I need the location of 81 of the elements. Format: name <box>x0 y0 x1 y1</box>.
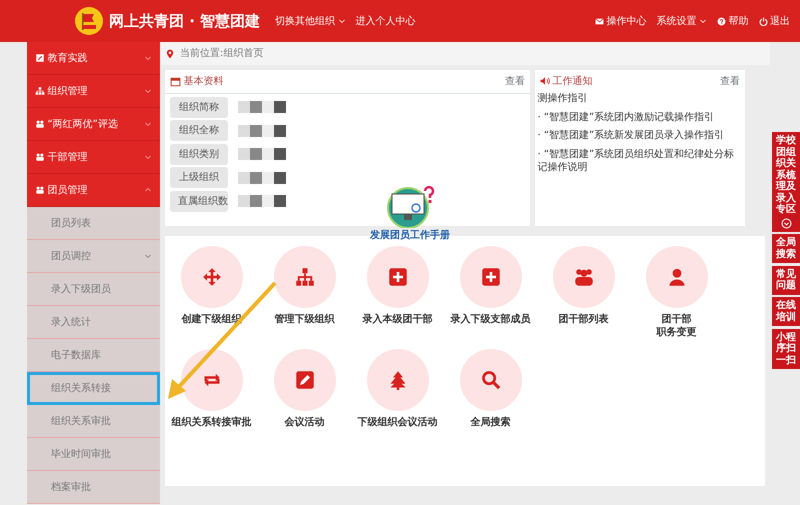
power-icon <box>758 16 768 26</box>
header-action[interactable]: 退出 <box>758 14 790 28</box>
function-label: 职务变更 <box>656 326 696 339</box>
chevron-icon <box>144 153 152 161</box>
function-label: 全局搜索 <box>470 416 510 429</box>
field-label: 组织全称 <box>170 120 228 141</box>
header-action[interactable]: 帮助 <box>717 14 748 28</box>
card-title: 工作通知 <box>552 74 594 88</box>
sidebar-submenu-item[interactable]: 团员列表 <box>27 207 160 240</box>
pencil-square-icon <box>294 370 314 390</box>
chevron-icon <box>144 120 152 128</box>
view-link[interactable]: 查看 <box>720 74 740 88</box>
hierarchy-icon <box>35 86 45 96</box>
field-label: 直属组织数 <box>170 190 228 212</box>
sidebar-submenu-item[interactable]: 团员调控 <box>27 240 160 273</box>
field-label: 组织类别 <box>170 144 228 164</box>
sidebar-menu-item[interactable]: 组织管理 <box>27 75 160 108</box>
sidebar-menu-item[interactable]: 干部管理 <box>27 141 160 174</box>
side-tab[interactable]: 在线培训 <box>772 297 800 326</box>
function-label: 会议活动 <box>284 416 324 429</box>
field-label: 组织简称 <box>170 96 228 118</box>
function-label: 团干部列表 <box>558 313 608 326</box>
sidebar-submenu-item[interactable]: 毕业时间审批 <box>27 438 160 471</box>
hierarchy-icon <box>294 267 314 287</box>
function-label: 下级组织会议活动 <box>358 416 438 429</box>
header-action[interactable]: 系统设置 <box>656 14 707 28</box>
calendar-icon <box>170 76 181 86</box>
view-link[interactable]: 查看 <box>505 74 525 89</box>
site-title: 网上共青团 · 智慧团建 <box>109 10 260 32</box>
notice-item[interactable]: · “智慧团建”系统团员组织处置和纪律处分标记操作说明 <box>538 148 742 174</box>
emblem-logo-icon <box>74 6 104 36</box>
envelope-icon <box>595 16 604 26</box>
group-icon <box>35 185 45 195</box>
sidebar-submenu-item[interactable]: 档案审批 <box>27 471 160 504</box>
field-label: 上级组织 <box>170 167 228 188</box>
chevron-icon <box>144 54 152 62</box>
tree-icon <box>388 370 408 390</box>
sidebar-menu-item[interactable]: 教育实践 <box>27 42 160 75</box>
sticker-label[interactable]: 发展团员工作手册 <box>370 228 450 243</box>
map-pin-icon <box>165 48 175 60</box>
chevron-circle-icon <box>780 218 792 228</box>
pencil-square-icon <box>35 53 45 63</box>
function-label: 团干部 <box>662 313 692 326</box>
side-tab[interactable]: 常见问题 <box>772 266 800 294</box>
sidebar-submenu-item[interactable]: 电子数据库 <box>27 339 160 372</box>
chevron-icon <box>144 186 152 194</box>
chevron-icon <box>144 252 152 260</box>
caret-icon <box>338 17 346 25</box>
notice-item[interactable]: 测操作指引 <box>538 92 742 106</box>
caret-icon <box>699 17 707 25</box>
group-icon <box>35 152 45 162</box>
sidebar-submenu-item[interactable]: 录入统计 <box>27 306 160 339</box>
nav-link[interactable]: 切换其他组织 <box>275 14 346 28</box>
function-label: 录入下级支部成员 <box>450 313 530 326</box>
function-label: 录入本级团干部 <box>362 313 432 326</box>
side-tab[interactable]: 学校团组织关系梳理及录入专区 <box>772 132 800 232</box>
user-icon <box>666 267 686 287</box>
plus-square-icon <box>388 267 408 287</box>
move-arrows-icon <box>202 267 222 287</box>
sidebar-submenu-item[interactable]: 录入下级团员 <box>27 273 160 306</box>
group-icon <box>35 119 45 129</box>
chevron-icon <box>144 87 152 95</box>
plus-square-icon <box>480 267 500 287</box>
group-icon <box>574 267 594 287</box>
function-label: 组织关系转接审批 <box>172 416 252 429</box>
sidebar-submenu-item[interactable]: 组织关系转接 <box>27 372 160 405</box>
sidebar-menu-item[interactable]: 团员管理 <box>27 174 160 207</box>
side-tab[interactable]: 全局搜索 <box>772 234 800 263</box>
notice-item[interactable]: · “智慧团建”系统团内激励记载操作指引 <box>538 110 742 124</box>
sidebar-menu-item[interactable]: “两红两优”评选 <box>27 108 160 141</box>
sidebar-submenu-item[interactable]: 组织关系审批 <box>27 405 160 438</box>
header-action[interactable]: 操作中心 <box>595 14 646 28</box>
speaker-icon <box>540 76 550 86</box>
side-tab[interactable]: 小程序扫一扫 <box>772 328 800 369</box>
nav-link[interactable]: 进入个人中心 <box>356 14 416 28</box>
function-label: 管理下级组织 <box>274 313 334 326</box>
card-title: 基本资料 <box>184 74 224 89</box>
notice-item[interactable]: · “智慧团建”系统新发展团员录入操作指引 <box>538 129 742 142</box>
help-icon <box>717 16 726 26</box>
breadcrumb-text: 当前位置:组织首页 <box>180 46 264 61</box>
search-icon <box>480 370 500 390</box>
